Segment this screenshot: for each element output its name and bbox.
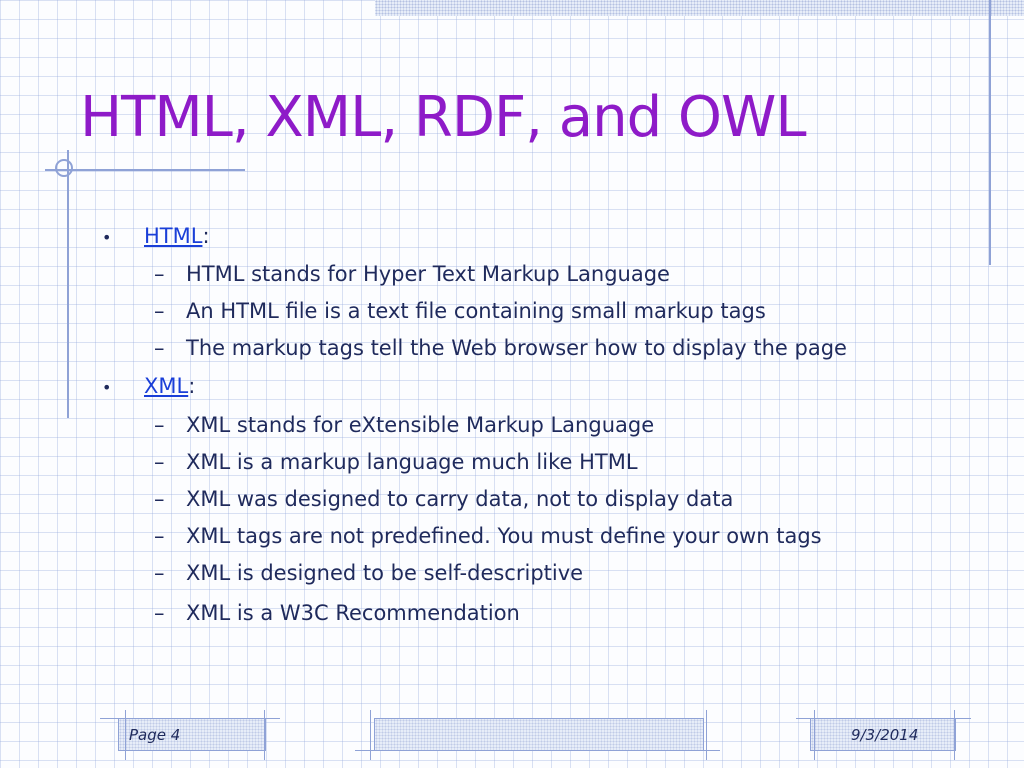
bullet-glyph: •: [102, 377, 112, 397]
dash-glyph: –: [154, 561, 165, 585]
xml-link[interactable]: XML: [144, 374, 188, 398]
sub-item-text: The markup tags tell the Web browser how…: [186, 336, 847, 360]
dash-glyph: –: [154, 299, 165, 323]
dash-glyph: –: [154, 450, 165, 474]
footer-decor-line: [796, 718, 971, 719]
dash-glyph: –: [154, 487, 165, 511]
sub-item: – XML is designed to be self-descriptive: [154, 561, 583, 585]
bullet-html: • HTML:: [102, 224, 210, 248]
footer-decor-line: [100, 718, 280, 719]
top-pattern-band: [375, 0, 1024, 16]
sub-item: – The markup tags tell the Web browser ho…: [154, 336, 847, 360]
bullet-glyph: •: [102, 227, 112, 247]
sub-item: – XML stands for eXtensible Markup Langua…: [154, 413, 654, 437]
sub-item-text: XML stands for eXtensible Markup Languag…: [186, 413, 655, 437]
decor-circle: [55, 159, 73, 177]
dash-glyph: –: [154, 413, 165, 437]
footer-page-number: Page 4: [129, 726, 181, 744]
sub-item: – XML is a W3C Recommendation: [154, 601, 520, 625]
sub-item: – XML tags are not predefined. You must d…: [154, 524, 822, 548]
html-link[interactable]: HTML: [144, 224, 202, 248]
sub-item-text: XML is a W3C Recommendation: [186, 601, 520, 625]
dash-glyph: –: [154, 601, 165, 625]
footer-center-box: [374, 718, 704, 751]
footer-decor-line: [706, 710, 707, 760]
footer-decor-line: [370, 710, 371, 760]
sub-item: – HTML stands for Hyper Text Markup Langu…: [154, 262, 670, 286]
sub-item-text: An HTML file is a text file containing s…: [186, 299, 766, 323]
sub-item-text: HTML stands for Hyper Text Markup Langua…: [186, 262, 670, 286]
bullet-suffix: :: [188, 374, 196, 398]
sub-item: – XML was designed to carry data, not to …: [154, 487, 733, 511]
footer-date: 9/3/2014: [851, 726, 919, 744]
bullet-xml: • XML:: [102, 374, 195, 398]
decor-vertical-line-right: [989, 0, 991, 265]
decor-vertical-line-left: [67, 150, 69, 418]
dash-glyph: –: [154, 524, 165, 548]
sub-item-text: XML is designed to be self-descriptive: [186, 561, 584, 585]
decor-title-underline: [45, 169, 245, 171]
sub-item-text: XML was designed to carry data, not to d…: [186, 487, 734, 511]
sub-item-text: XML is a markup language much like HTML: [186, 450, 638, 474]
sub-item: – An HTML file is a text file containing …: [154, 299, 766, 323]
slide-title: HTML, XML, RDF, and OWL: [80, 85, 807, 150]
footer-decor-line: [355, 750, 720, 751]
sub-item: – XML is a markup language much like HTML: [154, 450, 638, 474]
bullet-suffix: :: [202, 224, 210, 248]
dash-glyph: –: [154, 336, 165, 360]
dash-glyph: –: [154, 262, 165, 286]
sub-item-text: XML tags are not predefined. You must de…: [186, 524, 822, 548]
